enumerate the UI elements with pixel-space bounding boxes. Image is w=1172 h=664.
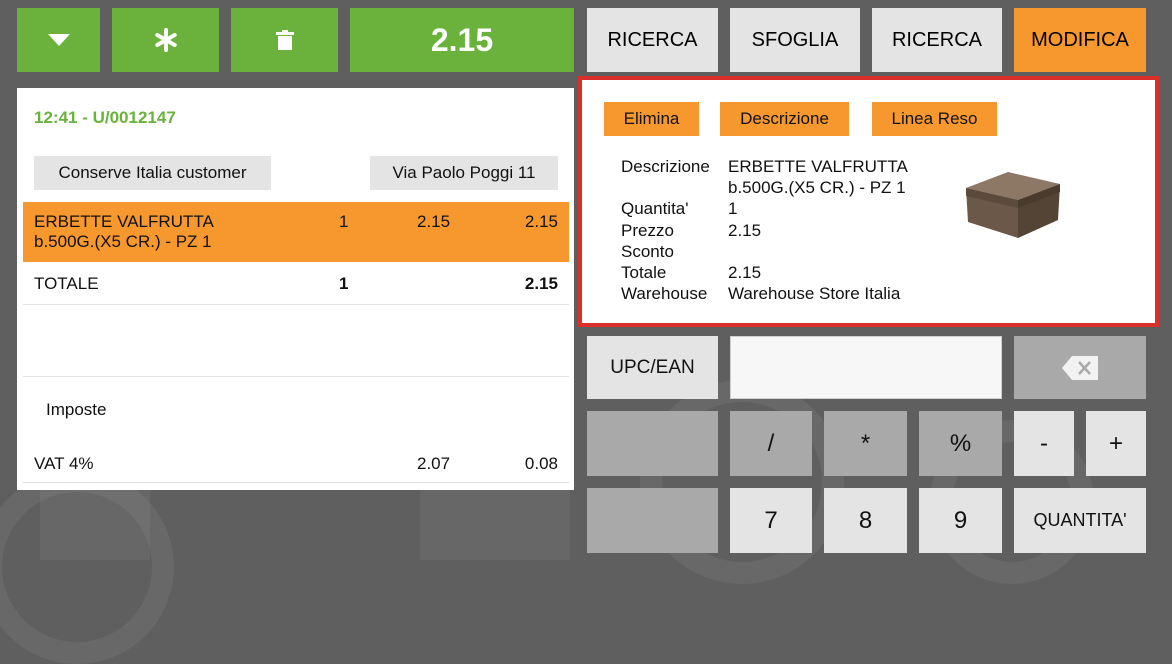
blank-key[interactable] [587,488,718,553]
dropdown-button[interactable] [17,8,100,72]
vat-row: VAT 4% 2.07 0.08 [23,452,569,476]
divider [23,482,569,483]
blank-key[interactable] [587,411,718,476]
vat-label: VAT 4% [34,454,94,473]
detail-value-description-1: ERBETTE VALFRUTTA [728,157,908,176]
line-qty: 1 [339,212,349,231]
total-qty: 1 [339,274,349,293]
receipt-time-ticket: 12:41 - U/0012147 [34,108,176,127]
asterisk-icon [154,28,177,52]
tab-ricerca[interactable]: RICERCA [587,8,718,72]
detail-label-description: Descrizione [621,157,710,176]
key-9[interactable]: 9 [919,488,1002,553]
return-line-button[interactable]: Linea Reso [872,102,997,136]
product-box-image [966,172,1060,238]
line-description-2: b.500G.(X5 CR.) - PZ 1 [34,232,212,251]
line-description-1: ERBETTE VALFRUTTA [34,212,214,231]
description-button[interactable]: Descrizione [720,102,849,136]
detail-value-description-2: b.500G.(X5 CR.) - PZ 1 [728,178,906,198]
receipt-panel: 12:41 - U/0012147 Conserve Italia custom… [17,88,574,490]
total-row: TOTALE 1 2.15 [23,266,569,304]
asterisk-button[interactable] [112,8,219,72]
tab-ricerca-2[interactable]: RICERCA [872,8,1002,72]
line-description: ERBETTE VALFRUTTA b.500G.(X5 CR.) - PZ 1 [34,212,214,252]
trash-icon [275,30,294,50]
detail-label-total: Totale [621,263,667,282]
key-divide[interactable]: / [730,411,812,476]
taxes-label: Imposte [46,400,107,419]
customer-box[interactable]: Conserve Italia customer [34,156,271,190]
key-multiply[interactable]: * [824,411,907,476]
total-label: TOTALE [34,274,99,293]
detail-label-warehouse: Warehouse [621,284,708,304]
detail-value-price: 2.15 [728,220,762,240]
key-7[interactable]: 7 [730,488,812,553]
detail-labels: Descrizione Quantita' Prezzo Sconto Tota… [621,156,710,304]
line-amount: 2.15 [524,212,558,231]
detail-value-quantity: 1 [728,199,738,219]
key-8[interactable]: 8 [824,488,907,553]
detail-value-discount [728,241,908,262]
total-display: 2.15 [350,8,574,72]
chevron-down-icon [47,34,70,46]
taxes-header: Imposte [23,398,569,422]
delete-line-button[interactable]: Elimina [604,102,699,136]
divider [23,304,569,305]
background-tile [420,490,570,560]
receipt-line-selected[interactable]: ERBETTE VALFRUTTA b.500G.(X5 CR.) - PZ 1… [23,202,569,262]
quantity-button[interactable]: QUANTITA' [1014,488,1146,553]
vat-base: 2.07 [417,454,451,473]
detail-label-spacer [621,177,710,198]
key-plus[interactable]: + [1086,411,1146,476]
backspace-button[interactable] [1014,336,1146,399]
total-amount: 2.15 [524,274,558,293]
address-box[interactable]: Via Paolo Poggi 11 [370,156,558,190]
delete-button[interactable] [231,8,338,72]
detail-label-quantity: Quantita' [621,199,689,219]
line-detail-panel: Elimina Descrizione Linea Reso Descrizio… [578,76,1159,327]
upc-ean-button[interactable]: UPC/EAN [587,336,718,399]
detail-label-price: Prezzo [621,220,674,240]
backspace-icon [1062,355,1098,380]
key-percent[interactable]: % [919,411,1002,476]
line-price: 2.15 [417,212,451,231]
key-minus[interactable]: - [1014,411,1074,476]
detail-label-discount: Sconto [621,241,674,261]
divider [23,376,569,377]
vat-tax: 0.08 [524,454,558,473]
detail-value-total: 2.15 [728,263,762,282]
tab-sfoglia[interactable]: SFOGLIA [730,8,860,72]
barcode-input[interactable] [730,336,1002,399]
detail-value-warehouse: Warehouse Store Italia [728,284,901,304]
tab-modifica[interactable]: MODIFICA [1014,8,1146,72]
detail-values: ERBETTE VALFRUTTA b.500G.(X5 CR.) - PZ 1… [728,156,908,304]
